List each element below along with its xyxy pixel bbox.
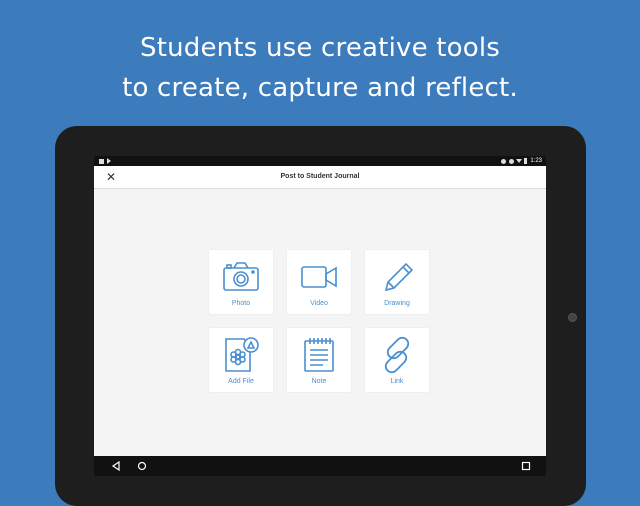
tool-grid: Photo Video Drawing Add File Note Link	[209, 250, 431, 392]
add-file-tile[interactable]: Add File	[209, 328, 273, 392]
recents-icon[interactable]	[520, 460, 532, 472]
battery-icon	[524, 158, 528, 164]
status-bar: 1:23	[94, 156, 546, 166]
photo-tile[interactable]: Photo	[209, 250, 273, 314]
file-icon	[225, 337, 259, 372]
page-title: Post to Student Journal	[280, 173, 360, 180]
tablet-camera	[568, 313, 577, 322]
link-icon	[384, 336, 410, 374]
photo-label: Photo	[231, 300, 251, 307]
video-tile[interactable]: Video	[287, 250, 351, 314]
link-label: Link	[390, 378, 404, 385]
bluetooth-icon	[501, 158, 507, 164]
link-tile[interactable]: Link	[365, 328, 429, 392]
notification-icon	[99, 158, 104, 164]
back-icon[interactable]	[110, 460, 122, 472]
drawing-label: Drawing	[384, 300, 410, 307]
note-tile[interactable]: Note	[287, 328, 351, 392]
app-bar: ✕ Post to Student Journal	[94, 166, 546, 189]
pencil-icon	[384, 262, 414, 292]
add-file-label: Add File	[228, 378, 254, 385]
tablet-screen: 1:23 ✕ Post to Student Journal Photo Vid…	[94, 156, 546, 476]
headline-line-1: Students use creative tools	[139, 33, 501, 63]
home-icon[interactable]	[136, 460, 148, 472]
wifi-icon	[516, 159, 523, 163]
camera-icon	[223, 262, 259, 291]
do-not-disturb-icon	[509, 158, 515, 164]
play-icon	[107, 158, 111, 164]
video-label: Video	[310, 300, 328, 307]
marketing-headline: Students use creative tools to create, c…	[0, 28, 640, 108]
headline-line-2: to create, capture and reflect.	[122, 73, 518, 103]
status-time: 1:23	[530, 158, 542, 164]
android-nav-bar	[94, 456, 546, 476]
note-label: Note	[311, 378, 327, 385]
video-camera-icon	[301, 266, 337, 288]
notepad-icon	[304, 338, 334, 372]
drawing-tile[interactable]: Drawing	[365, 250, 429, 314]
